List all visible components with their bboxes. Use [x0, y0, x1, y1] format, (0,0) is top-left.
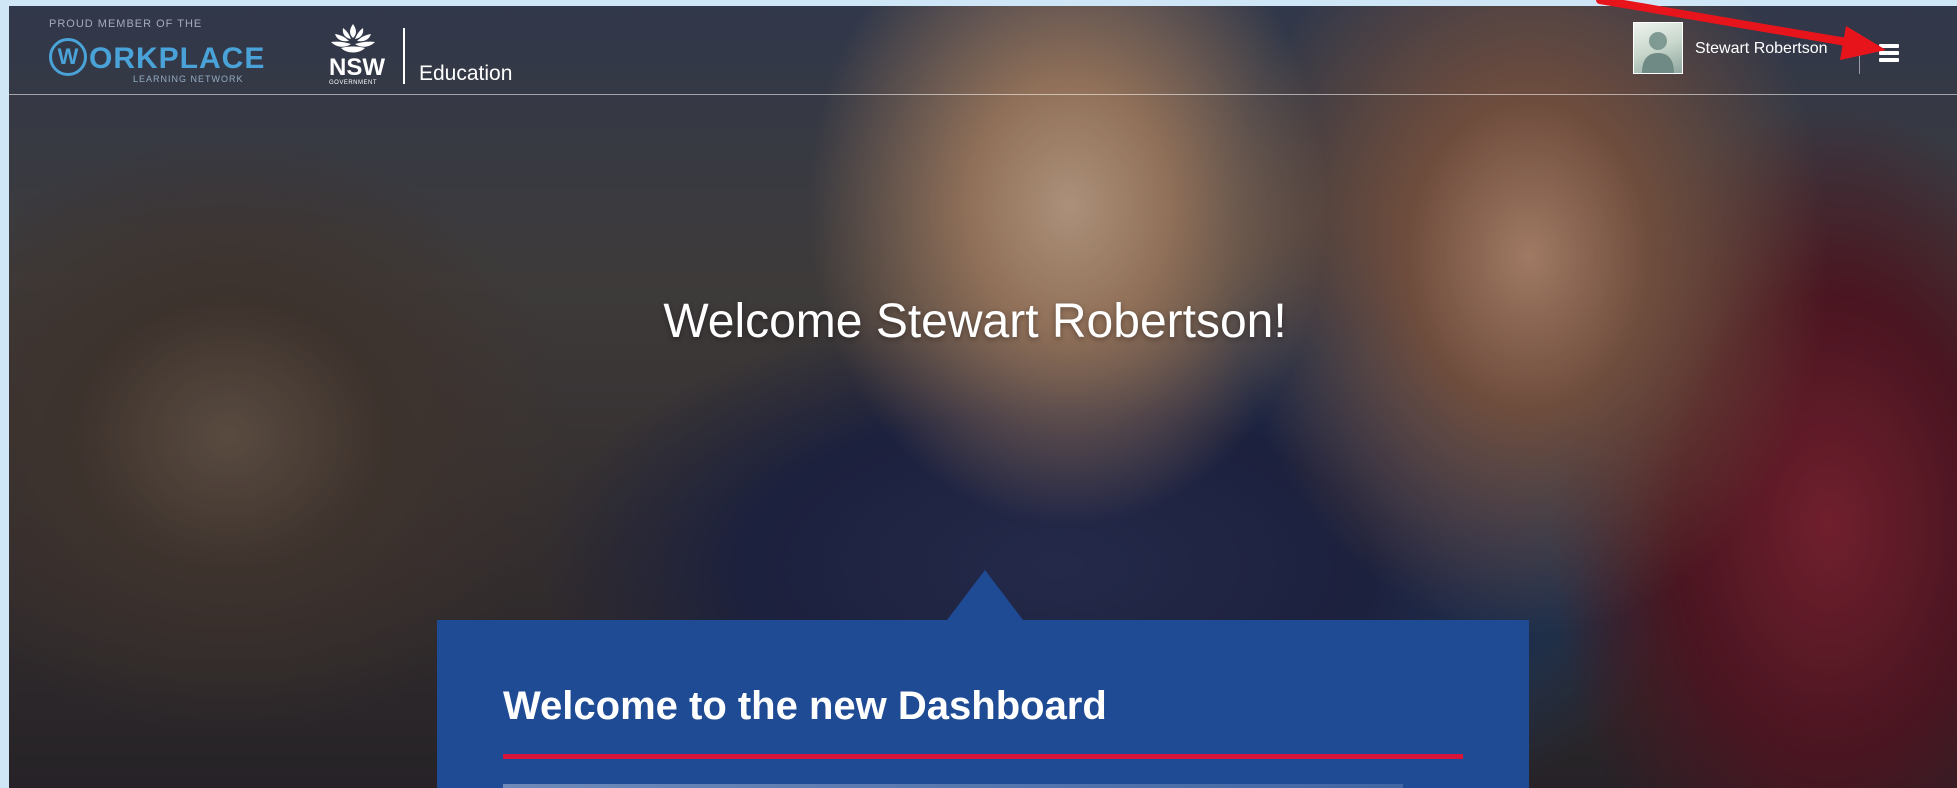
nsw-wordmark: NSW — [329, 54, 385, 81]
card-accent-rule — [503, 754, 1463, 759]
welcome-card: Welcome to the new Dashboard — [437, 570, 1529, 788]
logo-initial: W — [49, 38, 87, 76]
card-body-text-cutoff — [503, 784, 1403, 788]
card-pointer — [947, 570, 1023, 620]
logo-tagline: PROUD MEMBER OF THE — [49, 18, 203, 30]
logo-subline: LEARNING NETWORK — [133, 74, 244, 84]
annotation-arrow-icon — [1596, 0, 1886, 60]
department-name: Education — [419, 62, 513, 85]
hero-background: PROUD MEMBER OF THE W ORKPLACE LEARNING … — [9, 6, 1957, 788]
hero-welcome-title: Welcome Stewart Robertson! — [663, 295, 1287, 348]
waratah-icon — [331, 24, 375, 53]
card-heading: Welcome to the new Dashboard — [503, 684, 1107, 728]
workplace-learning-network-logo[interactable]: PROUD MEMBER OF THE W ORKPLACE LEARNING … — [49, 18, 264, 84]
logo-divider — [403, 28, 405, 84]
logo-wordmark: ORKPLACE — [89, 42, 266, 75]
nsw-education-logo[interactable]: NSW GOVERNMENT Education — [327, 22, 527, 86]
nsw-government-line: GOVERNMENT — [329, 80, 378, 86]
